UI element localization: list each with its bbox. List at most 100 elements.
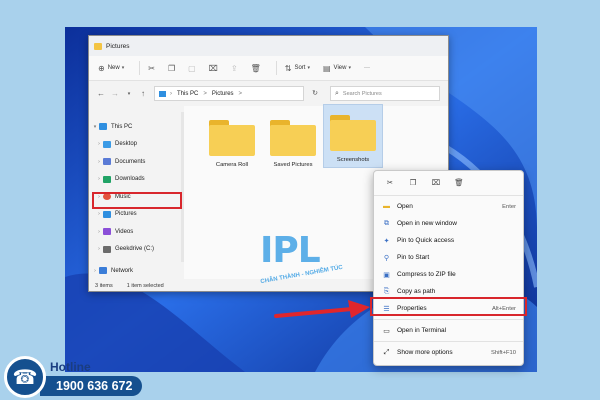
delete-icon[interactable]: 🗑	[452, 178, 466, 187]
delete-button[interactable]: 🗑	[248, 60, 267, 76]
menu-label: Copy as path	[397, 288, 436, 295]
chevron-down-icon: ▾	[307, 65, 310, 71]
nav-item-documents[interactable]: › Documents	[89, 153, 184, 171]
open-icon: ▬	[383, 203, 390, 210]
folder-label: Saved Pictures	[273, 162, 313, 168]
folder-icon	[330, 115, 376, 151]
menu-item-pin-quick-access[interactable]: ✦ Pin to Quick access	[374, 232, 523, 249]
menu-label: Pin to Start	[397, 254, 430, 261]
breadcrumb-pictures[interactable]: Pictures	[212, 91, 234, 97]
folder-app-icon	[94, 42, 102, 50]
computer-icon	[99, 123, 107, 131]
nav-label: Videos	[115, 228, 134, 235]
chevron-right-icon[interactable]: ›	[95, 229, 103, 235]
folder-item-screenshots[interactable]: Screenshots	[323, 104, 383, 168]
chevron-right-icon[interactable]: ›	[95, 141, 103, 147]
toolbar-divider	[139, 61, 141, 75]
rename-icon[interactable]: ⌧	[429, 178, 443, 187]
search-input[interactable]: ⌕ Search Pictures	[330, 86, 440, 101]
ipl-watermark-logo: IPL CHÂN THÀNH - NGHIÊM TÚC	[250, 224, 360, 304]
network-icon	[99, 267, 107, 275]
sort-button-label: Sort	[294, 65, 306, 71]
copy-button[interactable]: ❐	[165, 60, 181, 76]
videos-icon	[103, 228, 111, 236]
chevron-down-icon[interactable]: ▾	[91, 124, 99, 130]
clipboard-icon: ▢	[188, 63, 196, 73]
menu-item-open-terminal[interactable]: ▭ Open in Terminal	[374, 322, 523, 339]
menu-divider	[374, 341, 523, 342]
new-button[interactable]: ⊕ New ▾	[95, 60, 130, 76]
properties-highlight-box	[370, 297, 527, 316]
folder-item-camera-roll[interactable]: Camera Roll	[202, 114, 262, 168]
chevron-right-icon[interactable]: ›	[91, 268, 99, 274]
copy-icon[interactable]: ❐	[406, 178, 420, 187]
red-arrow-icon	[274, 300, 370, 318]
chevron-down-icon: ▾	[348, 65, 351, 71]
folder-item-saved-pictures[interactable]: Saved Pictures	[263, 114, 323, 168]
share-button[interactable]: ⇪	[228, 60, 244, 76]
context-quick-actions: ✂ ❐ ⌧ 🗑	[374, 171, 523, 193]
sort-button[interactable]: ⇅ Sort ▾	[282, 60, 316, 76]
plus-icon: ⊕	[98, 63, 105, 73]
nav-item-this-pc[interactable]: ▾ This PC	[89, 118, 184, 136]
more-button-label: ···	[363, 65, 370, 71]
refresh-icon[interactable]: ↻	[308, 87, 322, 101]
rename-icon: ⌧	[208, 63, 218, 73]
recent-chevron-icon[interactable]: ▾	[122, 91, 136, 97]
nav-label: Documents	[115, 158, 146, 165]
more-button[interactable]: ···	[361, 60, 373, 76]
nav-item-geekdrive[interactable]: › Geekdrive (C:)	[89, 241, 184, 259]
nav-item-network[interactable]: › Network	[89, 262, 184, 280]
nav-item-desktop[interactable]: › Desktop	[89, 136, 184, 154]
address-bar[interactable]: › This PC > Pictures >	[154, 86, 304, 101]
hotline-number[interactable]: 1900 636 672	[56, 379, 132, 393]
menu-item-open[interactable]: ▬ Open Enter	[374, 198, 523, 215]
folder-icon	[209, 120, 255, 156]
context-menu: ✂ ❐ ⌧ 🗑 ▬ Open Enter ⧉ Open in new windo…	[370, 170, 527, 366]
copy-path-icon: ⎘	[383, 287, 390, 295]
command-bar: ⊕ New ▾ ✂ ❐ ▢ ⌧ ⇪ 🗑 ⇅ Sort ▾ ▤ View ▾ ··…	[89, 56, 448, 81]
new-window-icon: ⧉	[384, 219, 389, 227]
menu-item-open-new-window[interactable]: ⧉ Open in new window	[374, 215, 523, 232]
search-placeholder: Search Pictures	[342, 90, 382, 97]
menu-divider	[374, 195, 523, 196]
toolbar-divider	[275, 61, 277, 75]
zip-icon: ▣	[383, 271, 390, 279]
menu-item-pin-start[interactable]: ⚲ Pin to Start	[374, 249, 523, 266]
breadcrumb-this-pc[interactable]: This PC	[177, 91, 198, 97]
view-button[interactable]: ▤ View ▾	[320, 60, 357, 76]
up-arrow-icon[interactable]: ↑	[136, 89, 150, 98]
menu-label: Pin to Quick access	[397, 237, 455, 244]
menu-item-compress-zip[interactable]: ▣ Compress to ZIP file	[374, 266, 523, 283]
folder-label: Camera Roll	[215, 162, 249, 168]
folder-label: Screenshots	[336, 157, 370, 163]
nav-item-videos[interactable]: › Videos	[89, 223, 184, 241]
view-button-label: View	[333, 65, 347, 71]
menu-label: Open in Terminal	[397, 327, 447, 334]
cut-button[interactable]: ✂	[145, 60, 161, 76]
paste-button[interactable]: ▢	[185, 60, 202, 76]
nav-item-downloads[interactable]: › Downloads	[89, 171, 184, 189]
nav-label: This PC	[111, 123, 133, 130]
back-arrow-icon[interactable]: ←	[94, 89, 108, 98]
view-icon: ▤	[322, 63, 331, 73]
hotline-label: Hotline	[50, 360, 91, 374]
breadcrumb-separator: >	[238, 90, 243, 97]
chevron-right-icon[interactable]: ›	[95, 246, 103, 252]
nav-label: Downloads	[115, 176, 145, 183]
forward-arrow-icon[interactable]: →	[108, 89, 122, 98]
documents-icon	[103, 158, 111, 166]
rename-button[interactable]: ⌧	[206, 60, 224, 76]
nav-label: Desktop	[115, 141, 138, 148]
hotline-banner: ☎ Hotline 1900 636 672	[0, 352, 600, 400]
chevron-right-icon[interactable]: ›	[95, 159, 103, 165]
chevron-right-icon[interactable]: ›	[95, 211, 103, 217]
cut-icon[interactable]: ✂	[383, 178, 397, 187]
desktop-icon	[103, 140, 111, 148]
chevron-down-icon: ▾	[121, 65, 125, 71]
scissors-icon: ✂	[148, 63, 155, 73]
chevron-right-icon[interactable]: ›	[95, 176, 103, 182]
menu-label: Open	[397, 203, 413, 210]
address-row: ← → ▾ ↑ › This PC > Pictures > ↻ ⌕ Searc…	[89, 81, 448, 106]
share-icon: ⇪	[230, 63, 238, 73]
